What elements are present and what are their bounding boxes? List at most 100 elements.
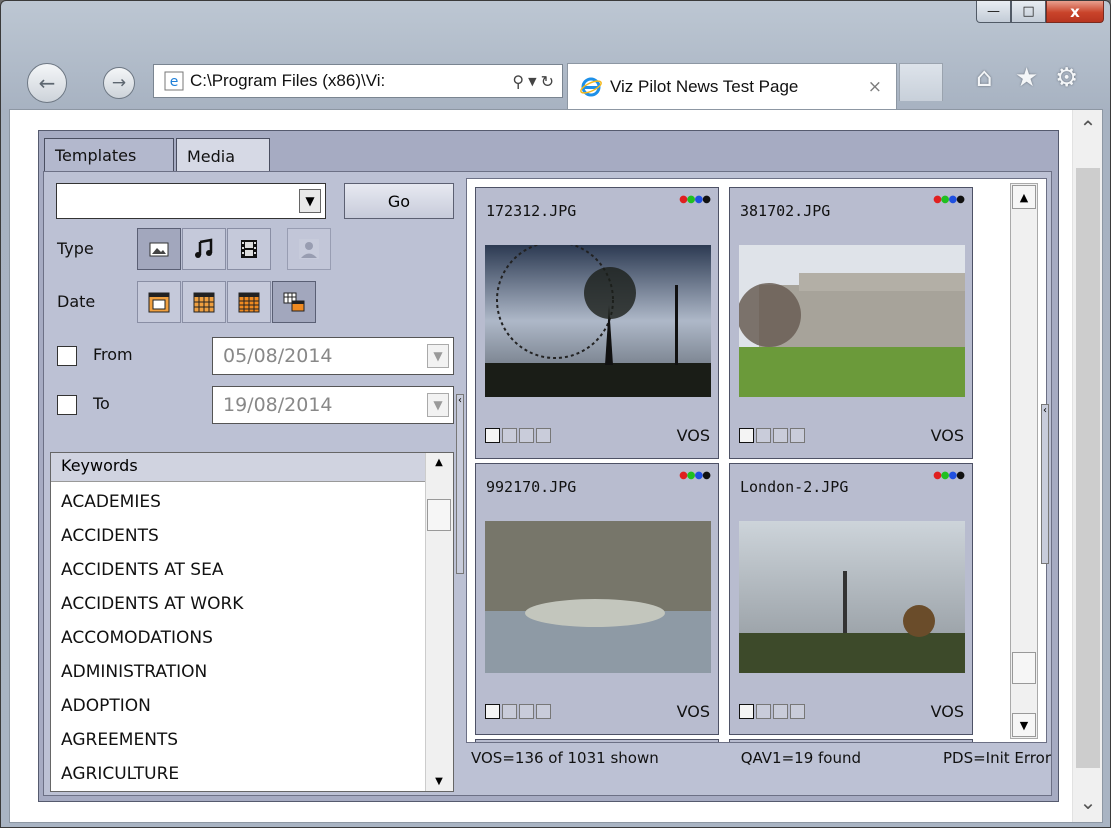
maximize-button[interactable]: □ (1011, 1, 1046, 23)
calendar-day-icon (148, 292, 170, 313)
to-checkbox[interactable] (57, 395, 77, 415)
image-icon (739, 704, 754, 719)
media-thumbnail (485, 521, 711, 673)
music-note-icon (756, 428, 771, 443)
chevron-down-icon[interactable]: ▼ (299, 189, 321, 213)
image-icon (739, 428, 754, 443)
home-icon[interactable]: ⌂ (976, 63, 993, 93)
tab-media[interactable]: Media (176, 138, 270, 173)
to-date-value[interactable]: 19/08/2014 (223, 394, 333, 416)
type-label: Type (57, 239, 94, 258)
search-combo[interactable]: ▼ (56, 183, 326, 219)
refresh-icon[interactable]: ↻ (541, 72, 554, 91)
page-scrollbar[interactable]: ⌃ ⌄ (1072, 110, 1102, 822)
browser-tab[interactable]: Viz Pilot News Test Page × (567, 63, 897, 109)
media-source: VOS (676, 426, 710, 445)
status-dots: ●●●● (933, 194, 965, 205)
media-card-partial[interactable] (729, 739, 973, 742)
list-item[interactable]: ADMINISTRATION (61, 655, 421, 689)
date-day-button[interactable] (137, 281, 181, 323)
media-source: VOS (930, 702, 964, 721)
person-icon (536, 428, 551, 443)
favorites-star-icon[interactable]: ★ (1015, 63, 1038, 93)
page-scrollbar-thumb[interactable] (1076, 168, 1100, 768)
keywords-scrollbar-thumb[interactable] (427, 499, 451, 531)
settings-gear-icon[interactable]: ⚙ (1055, 63, 1078, 93)
keywords-list[interactable]: Keywords ACADEMIES ACCIDENTS ACCIDENTS A… (50, 452, 454, 792)
media-source: VOS (676, 702, 710, 721)
status-qav: QAV1=19 found (740, 749, 862, 767)
collapse-left-icon[interactable]: ‹ (458, 395, 462, 406)
address-url[interactable]: C:\Program Files (x86)\Vi: (190, 71, 470, 91)
type-audio-button[interactable] (182, 228, 226, 270)
media-card[interactable]: London-2.JPG ●●●● VOS (729, 463, 973, 735)
from-date-field[interactable]: 05/08/2014 ▼ (212, 337, 454, 375)
status-vos: VOS=136 of 1031 shown (471, 749, 659, 767)
image-icon (485, 428, 500, 443)
chevron-down-icon[interactable]: ▼ (427, 393, 449, 417)
results-scrollbar-thumb[interactable] (1012, 652, 1036, 684)
keywords-header: Keywords (51, 453, 426, 482)
list-item[interactable]: ADOPTION (61, 689, 421, 723)
list-item[interactable]: ACCOMODATIONS (61, 621, 421, 655)
forward-button[interactable]: → (103, 67, 135, 99)
list-item[interactable]: ACCIDENTS (61, 519, 421, 553)
date-week-button[interactable] (182, 281, 226, 323)
media-card[interactable]: 172312.JPG ●●●● VOS (475, 187, 719, 459)
search-filter-pane: ▼ Go Type Date From 05/08/2014 ▼ To 19/0… (45, 175, 455, 795)
new-tab-button[interactable] (899, 63, 943, 101)
calendar-month-icon (238, 292, 260, 313)
scroll-up-icon[interactable]: ▲ (1012, 185, 1036, 209)
close-window-button[interactable]: x (1046, 1, 1104, 23)
film-icon (773, 704, 788, 719)
address-bar[interactable]: e C:\Program Files (x86)\Vi: ⚲ ▼ ↻ (153, 64, 563, 98)
person-icon (790, 428, 805, 443)
collapse-right-icon[interactable]: ‹ (1043, 405, 1047, 416)
list-item[interactable]: ACCIDENTS AT WORK (61, 587, 421, 621)
list-item[interactable]: ACCIDENTS AT SEA (61, 553, 421, 587)
media-filename: 381702.JPG (740, 202, 831, 220)
window-caption-buttons: — □ x (976, 1, 1104, 23)
dropdown-arrow-icon[interactable]: ▼ (528, 75, 536, 88)
type-person-button[interactable] (287, 228, 331, 270)
search-icon[interactable]: ⚲ (512, 72, 524, 91)
scroll-down-icon[interactable]: ▼ (426, 776, 452, 787)
scroll-down-icon[interactable]: ▼ (1012, 713, 1036, 737)
go-button[interactable]: Go (344, 183, 454, 219)
media-thumbnail (739, 521, 965, 673)
list-item[interactable]: AGRICULTURE (61, 757, 421, 791)
type-video-button[interactable] (227, 228, 271, 270)
from-date-value[interactable]: 05/08/2014 (223, 345, 333, 367)
keywords-scrollbar[interactable]: ▲ ▼ (425, 453, 453, 791)
list-item[interactable]: ACADEMIES (61, 485, 421, 519)
media-card[interactable]: 992170.JPG ●●●● VOS (475, 463, 719, 735)
scroll-down-icon[interactable]: ⌄ (1073, 790, 1103, 814)
tab-close-icon[interactable]: × (868, 77, 882, 97)
date-month-button[interactable] (227, 281, 271, 323)
tab-templates[interactable]: Templates (44, 138, 174, 172)
film-icon (519, 704, 534, 719)
date-label: Date (57, 292, 96, 311)
minimize-button[interactable]: — (976, 1, 1011, 23)
media-filename: London-2.JPG (740, 478, 849, 496)
chevron-down-icon[interactable]: ▼ (427, 344, 449, 368)
scroll-up-icon[interactable]: ▲ (426, 457, 452, 468)
status-dots: ●●●● (679, 470, 711, 481)
media-results-pane: 172312.JPG ●●●● VOS 381702.JPG ●●●● VOS … (466, 178, 1047, 743)
person-icon (790, 704, 805, 719)
list-item[interactable]: AGREEMENTS (61, 723, 421, 757)
media-card-partial[interactable] (475, 739, 719, 742)
left-splitter[interactable]: ‹ (456, 394, 464, 574)
from-checkbox[interactable] (57, 346, 77, 366)
media-card[interactable]: 381702.JPG ●●●● VOS (729, 187, 973, 459)
right-splitter[interactable]: ‹ (1041, 404, 1049, 564)
media-filename: 172312.JPG (486, 202, 577, 220)
to-date-field[interactable]: 19/08/2014 ▼ (212, 386, 454, 424)
date-range-button[interactable] (272, 281, 316, 323)
back-button[interactable]: ← (27, 63, 67, 103)
ie-page-icon: e (164, 71, 184, 91)
type-image-button[interactable] (137, 228, 181, 270)
scroll-up-icon[interactable]: ⌃ (1073, 116, 1103, 140)
results-scrollbar[interactable]: ▲ ▼ (1010, 183, 1038, 739)
forward-arrow-icon: → (111, 73, 127, 93)
